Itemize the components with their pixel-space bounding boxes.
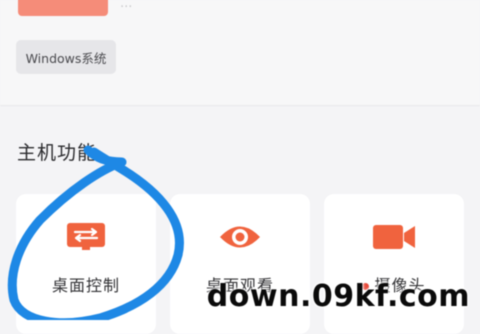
remote-desktop-icon [66,222,106,256]
device-faded-text: ... [120,0,133,11]
section-title: 主机功能 [17,142,98,164]
divider [0,105,480,106]
eye-icon [218,222,262,256]
feature-card-remote-desktop[interactable]: 桌面控制 [16,194,156,334]
device-info-card: ... Windows系统 [0,0,480,105]
video-camera-icon [372,222,416,256]
feature-label: 桌面控制 [51,276,120,295]
device-banner [18,0,108,16]
watermark: down.09kf.com [206,279,470,314]
os-tag: Windows系统 [16,40,116,74]
